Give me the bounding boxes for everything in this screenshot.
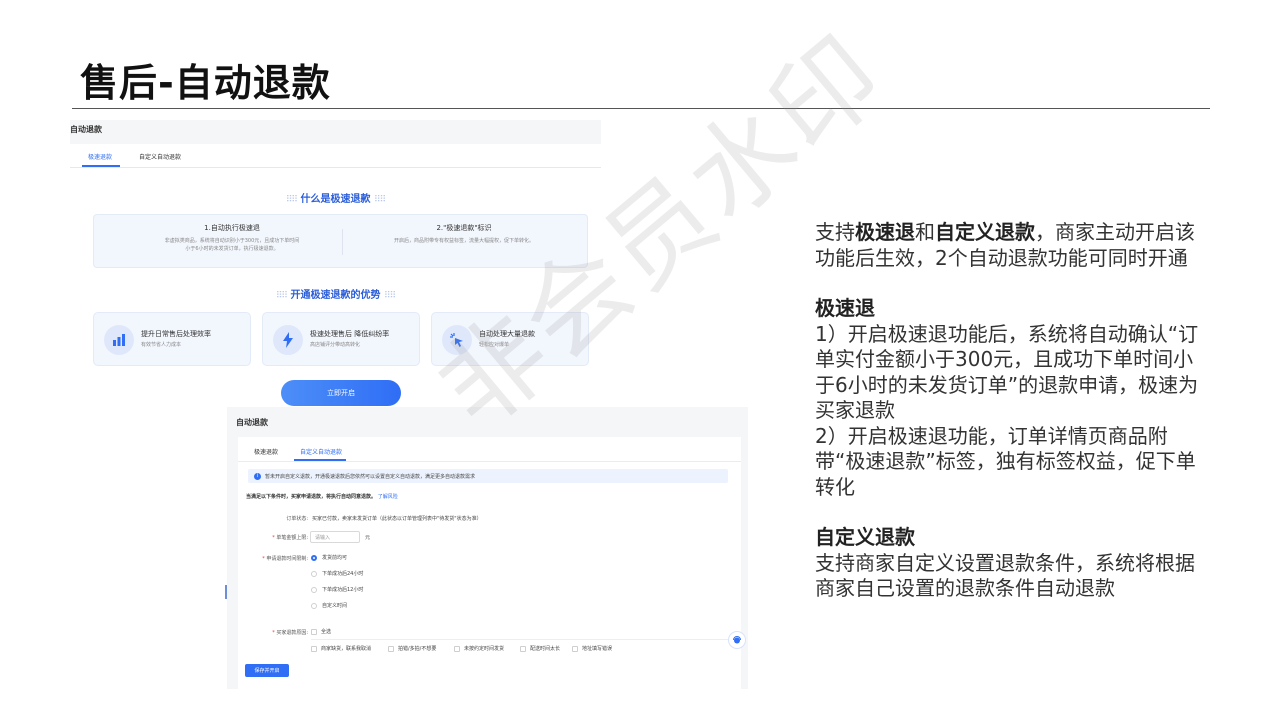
advantage-card-volume: 自动处理大量退款 轻松应对爆单 [431,312,589,366]
advantage-card-speed: 极速处理售后 降低纠纷率 高店铺评分带动高转化 [262,312,420,366]
fast-refund-info-box: 1.自动执行极速退 非虚拟类商品，系统将自动识别小于300元，且成功下单时间 小… [93,214,588,268]
radio-icon [311,570,317,577]
info-item-desc: 非虚拟类商品，系统将自动识别小于300元，且成功下单时间 [164,238,300,244]
checkbox-icon [311,628,317,635]
advantage-desc: 轻松应对爆单 [479,342,510,348]
advantage-title: 极速处理售后 降低纠纷率 [310,330,390,338]
custom-refund-heading: 自定义退款 [815,525,915,549]
amount-limit-label: * 单笔金额上限: [272,535,308,541]
custom-refund-text: 支持商家自定义设置退款条件，系统将根据商家自己设置的退款条件自动退款 [815,550,1195,601]
settings-panel: 极速退款 自定义自动退款 i 暂未开启自定义退款，开通极速退款后您依然可以设置自… [238,437,741,689]
fast-refund-screenshot: 自动退款 极速退款 自定义自动退款 ⠿⠿ 什么是极速退款 ⠿⠿ 1.自动执行极速… [70,118,601,408]
radio-selected-icon [311,554,317,561]
page-title: 自动退款 [70,125,102,134]
tab-bar: 极速退款 自定义自动退款 [70,146,601,168]
decor-dots-icon: ⠿⠿ [373,195,386,205]
advantage-desc: 高店铺评分带动高转化 [310,342,361,348]
advantage-title: 自动处理大量退款 [479,330,535,338]
fast-refund-point-1: 1）开启极速退功能后，系统将自动确认“订单实付金额小于300元，且成功下单时间小… [815,321,1199,423]
info-icon: i [254,472,261,480]
divider [342,229,343,255]
info-item-label: 2."极速退款"标识 开启后，商品附带专有权益标签，流量大幅提权，促下单转化。 [364,223,564,245]
advantages-heading: ⠿⠿ 开通极速退款的优势 ⠿⠿ [70,286,601,301]
radio-icon [311,602,317,609]
page-title: 自动退款 [236,418,268,427]
advantage-card-efficiency: 提升日常售后处理效率 有效节省人力成本 [93,312,251,366]
checkbox-icon [572,645,578,652]
advantage-desc: 有效节省人力成本 [141,342,182,348]
advantage-title: 提升日常售后处理效率 [141,330,211,338]
tab-fast-refund[interactable]: 极速退款 [88,152,112,161]
decor-dots-icon: ⠿⠿ [383,291,396,301]
reason-label: * 买家退款原因: [272,630,308,636]
tab-custom-refund[interactable]: 自定义自动退款 [300,447,342,456]
radio-icon [311,586,317,593]
edge-marker [225,585,227,599]
order-status-label: 订单状态: [286,516,308,522]
lightning-icon [273,325,303,355]
advantages-title: 开通极速退款的优势 [290,290,381,301]
info-item-desc: 开启后，商品附带专有权益标签，流量大幅提权，促下单转化。 [393,238,534,244]
notice-banner: i 暂未开启自定义退款，开通极速退款后您依然可以设置自定义自动退款，满足更多自动… [248,469,728,483]
tab-custom-refund[interactable]: 自定义自动退款 [139,152,181,161]
cursor-click-icon [442,325,472,355]
amount-unit: 元 [365,535,371,541]
fast-refund-point-2: 2）开启极速退功能，订单详情页商品附带“极速退款”标签，独有标签权益，促下单转化 [815,423,1196,499]
customer-service-icon[interactable] [728,631,746,649]
reason-select-all[interactable]: 全选 [311,628,331,635]
slide-title: 售后-自动退款 [80,61,331,105]
reason-option[interactable]: 配送时间太长 [520,645,560,652]
time-option-24h[interactable]: 下单成功后24小时 [311,570,363,577]
condition-text: 当满足以下条件时，买家申请退款，将执行自动同意退款。 了解风险 [246,493,398,500]
condition-label: 当满足以下条件时，买家申请退款，将执行自动同意退款。 [246,494,377,500]
checkbox-icon [454,645,460,652]
fast-refund-heading: 极速退 [815,296,875,320]
what-is-title: 什么是极速退款 [300,194,371,205]
slide: 售后-自动退款 自动退款 极速退款 自定义自动退款 ⠿⠿ 什么是极速退款 ⠿⠿ … [0,0,1280,720]
decor-dots-icon: ⠿⠿ [275,291,288,301]
divider [311,639,731,640]
custom-refund-screenshot: 自动退款 极速退款 自定义自动退款 i 暂未开启自定义退款，开通极速退款后您依然… [227,407,748,689]
time-option-12h[interactable]: 下单成功后12小时 [311,586,363,593]
time-limit-label: * 申请退款时间限制: [262,556,308,562]
info-item-title: 2."极速退款"标识 [436,224,492,232]
open-now-button[interactable]: 立即开启 [281,380,401,406]
info-item-auto-execute: 1.自动执行极速退 非虚拟类商品，系统将自动识别小于300元，且成功下单时间 小… [132,223,332,253]
notice-text: 暂未开启自定义退款，开通极速退款后您依然可以设置自定义自动退款，满足更多自动退款… [265,473,476,480]
what-is-heading: ⠿⠿ 什么是极速退款 ⠿⠿ [70,190,601,205]
title-divider [72,108,1210,109]
time-option-before-ship[interactable]: 发货前均可 [311,554,347,561]
info-item-desc: 小于6小时的未发货订单，执行极速退款。 [185,246,279,252]
intro-paragraph: 支持极速退和自定义退款，商家主动开启该功能后生效，2个自动退款功能可同时开通 [815,220,1195,270]
divider [238,461,741,462]
order-status-value: 买家已付款，卖家未发货订单（此状态以订单管理列表中"待发货"状态为准） [312,516,482,522]
page-header: 自动退款 [70,120,601,144]
reason-option[interactable]: 商家缺货，联系我取消 [311,645,371,652]
time-option-custom[interactable]: 自定义时间 [311,602,347,609]
decor-dots-icon: ⠿⠿ [285,195,298,205]
checkbox-icon [520,645,526,652]
save-and-open-button[interactable]: 保存并开启 [245,664,289,677]
active-tab-indicator [82,165,120,167]
info-item-title: 1.自动执行极速退 [204,224,260,232]
chart-icon [104,325,134,355]
reason-option[interactable]: 未按约定时间发货 [454,645,504,652]
risk-link[interactable]: 了解风险 [378,494,398,500]
reason-option[interactable]: 拍错/多拍/不想要 [388,645,436,652]
checkbox-icon [311,645,317,652]
reason-option[interactable]: 地址填写错误 [572,645,612,652]
description-text: 支持极速退和自定义退款，商家主动开启该功能后生效，2个自动退款功能可同时开通 极… [815,220,1210,602]
checkbox-icon [388,645,394,652]
amount-limit-input[interactable]: 请输入 [310,531,360,543]
tab-fast-refund[interactable]: 极速退款 [254,447,278,456]
